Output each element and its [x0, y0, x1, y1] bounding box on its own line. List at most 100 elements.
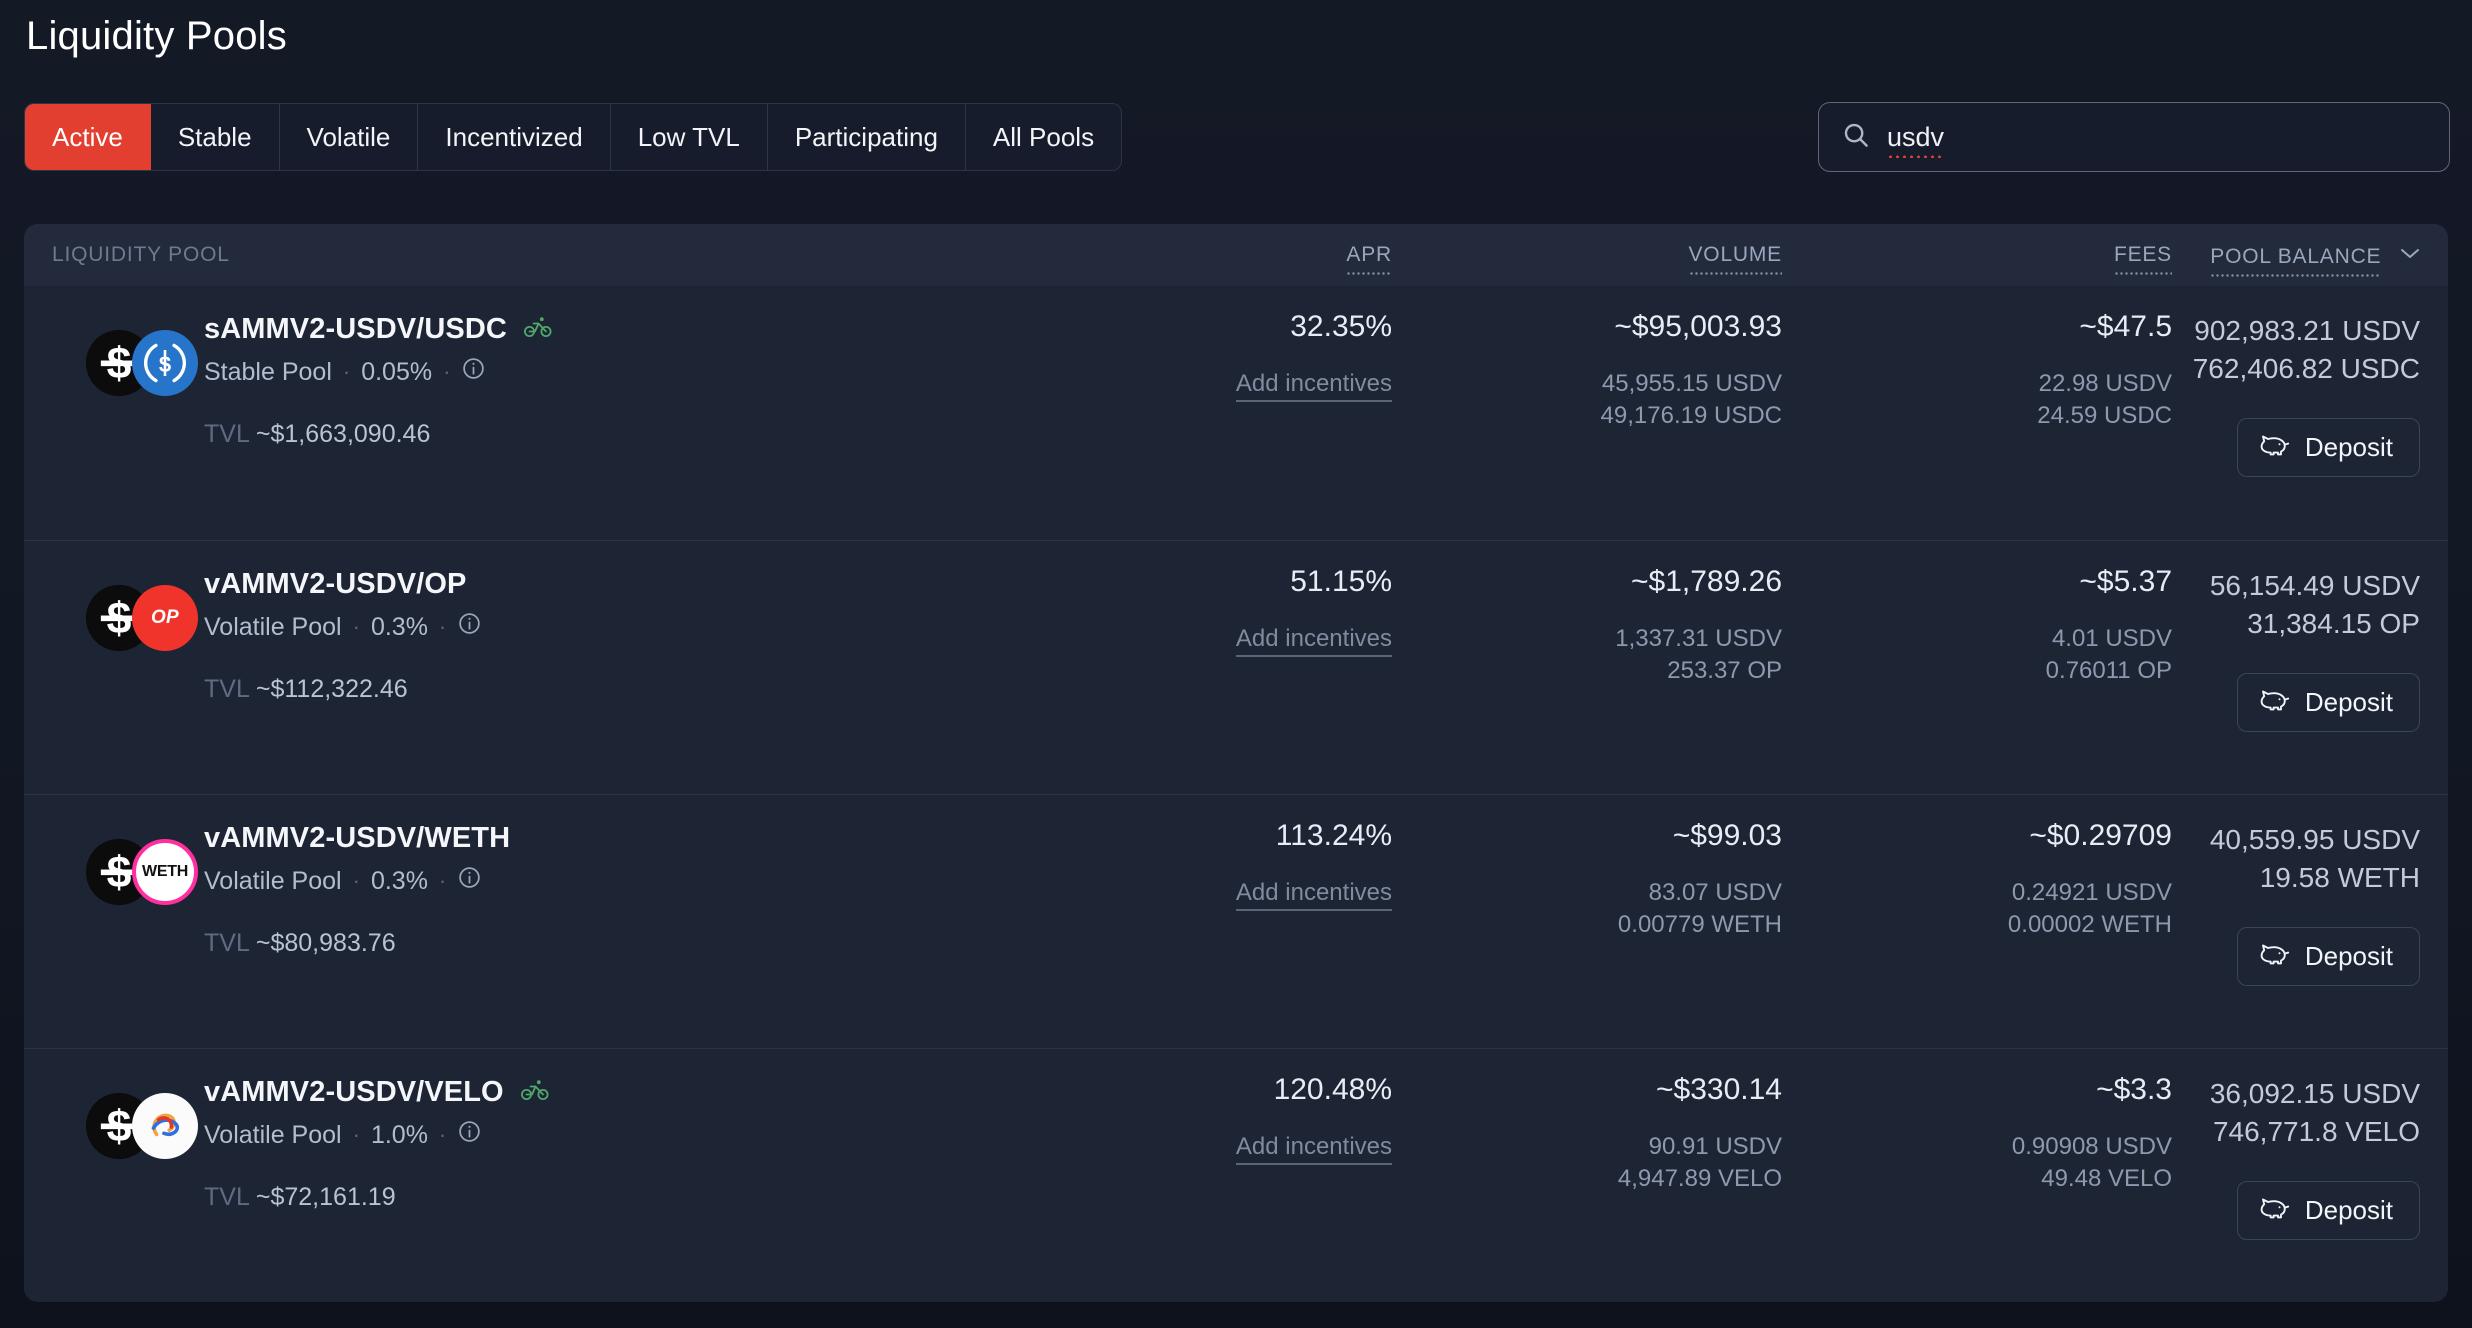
table-row[interactable]: $ WETH vAMMV2-USDV/WETH Volatile Pool · 0.3% ·…: [24, 794, 2448, 1048]
tab-all-pools[interactable]: All Pools: [966, 104, 1121, 170]
info-icon[interactable]: [457, 611, 482, 643]
tab-participating[interactable]: Participating: [768, 104, 966, 170]
pool-cell: $ $ sAMMV2-USDV/USDC Stable Pool · 0.05% · TVL …: [24, 312, 1062, 540]
table-row[interactable]: $ vAMMV2-USDV/VELO Volatile Pool · 1.0% · TVL …: [24, 1048, 2448, 1302]
deposit-button-label: Deposit: [2304, 432, 2393, 463]
token-pair-icons: $: [86, 1093, 206, 1159]
tvl-value: ~$112,322.46: [255, 675, 408, 703]
apr-value: 120.48%: [1273, 1073, 1392, 1106]
bicycle-icon: [520, 1079, 549, 1106]
tab-low-tvl[interactable]: Low TVL: [611, 104, 768, 170]
tvl-label: TVL: [204, 420, 249, 448]
chevron-down-icon: [2400, 242, 2420, 266]
fees-cell: ~$47.5 22.98 USDV 24.59 USDC: [1782, 312, 2172, 540]
info-icon[interactable]: [457, 1119, 482, 1151]
separator-dot: ·: [438, 614, 447, 639]
token-pair-icons: $ WETH: [86, 839, 206, 905]
token-pair-icons: $ $: [86, 330, 206, 396]
pool-name[interactable]: vAMMV2-USDV/OP: [204, 568, 466, 601]
pool-name[interactable]: vAMMV2-USDV/WETH: [204, 822, 510, 855]
add-incentives-link[interactable]: Add incentives: [1235, 370, 1392, 402]
column-header-apr[interactable]: APR: [1062, 243, 1392, 275]
pool-balance-line: 56,154.49 USDV: [2209, 570, 2420, 601]
tab-incentivized[interactable]: Incentivized: [418, 104, 611, 170]
add-incentives-link[interactable]: Add incentives: [1235, 1133, 1392, 1165]
pool-fee: 1.0%: [370, 1120, 428, 1149]
fees-value: ~$3.3: [2096, 1073, 2172, 1106]
column-header-volume[interactable]: Volume: [1392, 243, 1782, 275]
info-icon[interactable]: [461, 356, 486, 388]
deposit-button[interactable]: Deposit: [2236, 673, 2420, 733]
table-row[interactable]: $ $ sAMMV2-USDV/USDC Stable Pool · 0.05% · TVL …: [24, 286, 2448, 540]
add-incentives-link[interactable]: Add incentives: [1235, 879, 1392, 911]
fees-breakdown-line: 4.01 USDV: [2051, 625, 2172, 652]
table-row[interactable]: $ OP vAMMV2-USDV/OP Volatile Pool · 0.3% · TVL …: [24, 540, 2448, 794]
fees-breakdown-line: 22.98 USDV: [2038, 370, 2172, 397]
pool-name[interactable]: vAMMV2-USDV/VELO: [204, 1076, 504, 1109]
deposit-button[interactable]: Deposit: [2236, 418, 2420, 478]
separator-dot: ·: [352, 1122, 360, 1147]
pool-name[interactable]: sAMMV2-USDV/USDC: [204, 313, 507, 346]
apr-value: 51.15%: [1290, 565, 1392, 598]
table-header-row: Liquidity Pool APR Volume Fees Pool Bala…: [24, 224, 2448, 286]
column-header-pool: Liquidity Pool: [52, 243, 230, 266]
volume-breakdown-line: 1,337.31 USDV: [1615, 625, 1782, 652]
fees-breakdown-line: 49.48 VELO: [2041, 1165, 2172, 1193]
deposit-button-label: Deposit: [2304, 1195, 2393, 1226]
tab-stable[interactable]: Stable: [151, 104, 280, 170]
pool-type: Volatile Pool: [204, 1120, 342, 1149]
volume-cell: ~$99.03 83.07 USDV 0.00779 WETH: [1392, 821, 1782, 1048]
pool-balance-line: 746,771.8 VELO: [2212, 1116, 2420, 1148]
separator-dot: ·: [438, 1122, 447, 1147]
search-box[interactable]: usdv: [1818, 102, 2450, 172]
separator-dot: ·: [342, 359, 351, 384]
pool-fee: 0.3%: [370, 866, 428, 895]
fees-cell: ~$3.3 0.90908 USDV 49.48 VELO: [1782, 1075, 2172, 1302]
search-input-value[interactable]: usdv: [1887, 122, 1945, 158]
apr-cell: 113.24% Add incentives: [1062, 821, 1392, 1048]
separator-dot: ·: [443, 359, 451, 384]
pool-balance-line: 19.58 WETH: [2259, 862, 2420, 894]
search-icon: [1841, 120, 1871, 155]
separator-dot: ·: [352, 614, 360, 639]
bicycle-icon: [523, 316, 552, 343]
token-icon-usdc: $: [132, 330, 198, 396]
volume-cell: ~$95,003.93 45,955.15 USDV 49,176.19 USDC: [1392, 312, 1782, 540]
fees-breakdown-line: 0.00002 WETH: [2007, 911, 2172, 939]
column-header-fees[interactable]: Fees: [1782, 243, 2172, 275]
volume-cell: ~$1,789.26 1,337.31 USDV 253.37 OP: [1392, 567, 1782, 794]
piggy-bank-icon: [2260, 941, 2290, 972]
column-header-pool-balance[interactable]: Pool Balance: [2172, 242, 2448, 277]
tab-active[interactable]: Active: [25, 104, 151, 170]
fees-value: ~$47.5: [2079, 310, 2172, 343]
volume-breakdown-line: 45,955.15 USDV: [1601, 370, 1782, 397]
pool-type: Volatile Pool: [204, 866, 342, 895]
fees-value: ~$5.37: [2079, 565, 2172, 598]
piggy-bank-icon: [2260, 1195, 2290, 1226]
separator-dot: ·: [438, 868, 447, 893]
volume-value: ~$95,003.93: [1614, 310, 1782, 343]
pool-balance-cell: 36,092.15 USDV 746,771.8 VELO Deposit: [2172, 1075, 2448, 1302]
token-icon-op: OP: [132, 585, 198, 651]
piggy-bank-icon: [2260, 687, 2290, 718]
fees-breakdown-line: 24.59 USDC: [2037, 402, 2172, 430]
apr-cell: 51.15% Add incentives: [1062, 567, 1392, 794]
volume-breakdown-line: 49,176.19 USDC: [1600, 402, 1782, 430]
pool-balance-line: 762,406.82 USDC: [2192, 353, 2420, 385]
pool-cell: $ vAMMV2-USDV/VELO Volatile Pool · 1.0% · TVL …: [24, 1075, 1062, 1302]
tab-volatile[interactable]: Volatile: [280, 104, 419, 170]
volume-breakdown-line: 0.00779 WETH: [1617, 911, 1782, 939]
deposit-button-label: Deposit: [2304, 687, 2393, 718]
tvl-value: ~$1,663,090.46: [255, 420, 431, 448]
pool-fee: 0.3%: [370, 612, 428, 641]
deposit-button[interactable]: Deposit: [2236, 927, 2420, 987]
deposit-button-label: Deposit: [2304, 941, 2393, 972]
tvl-value: ~$80,983.76: [255, 929, 396, 957]
info-icon[interactable]: [457, 865, 482, 897]
add-incentives-link[interactable]: Add incentives: [1235, 625, 1392, 657]
token-icon-velo: [132, 1093, 198, 1159]
deposit-button[interactable]: Deposit: [2236, 1181, 2420, 1241]
apr-cell: 32.35% Add incentives: [1062, 312, 1392, 540]
pool-balance-cell: 56,154.49 USDV 31,384.15 OP Deposit: [2172, 567, 2448, 794]
apr-value: 32.35%: [1290, 310, 1392, 343]
